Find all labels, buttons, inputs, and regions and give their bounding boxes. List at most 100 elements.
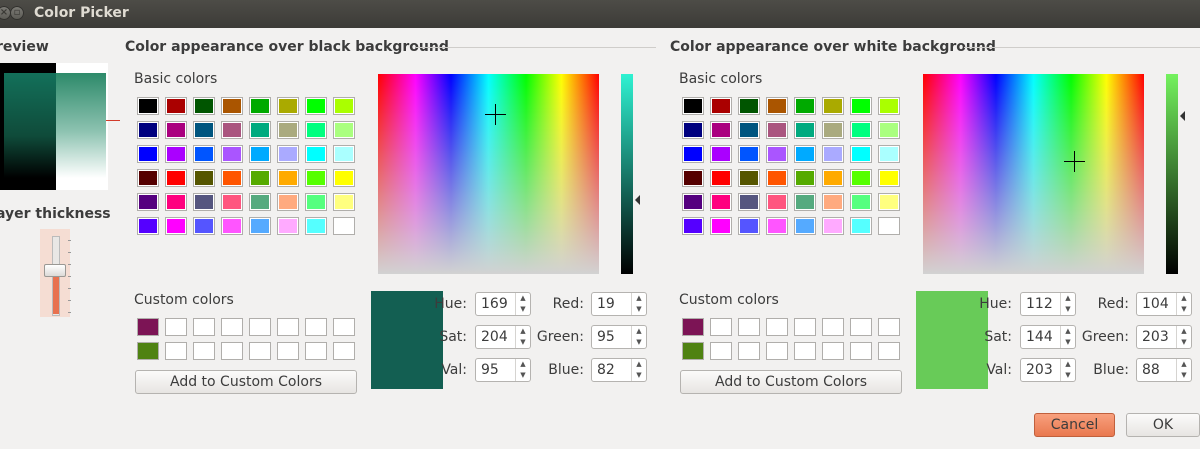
custom-color-swatch[interactable] [878,318,900,336]
basic-color-swatch[interactable] [710,217,732,235]
basic-color-swatch[interactable] [277,97,299,115]
basic-color-swatch[interactable] [794,193,816,211]
basic-color-swatch[interactable] [165,217,187,235]
basic-color-swatch[interactable] [249,169,271,187]
basic-color-swatch[interactable] [766,193,788,211]
basic-color-swatch[interactable] [305,169,327,187]
basic-color-swatch[interactable] [193,121,215,139]
basic-color-swatch[interactable] [333,217,355,235]
basic-color-swatch[interactable] [221,97,243,115]
basic-color-swatch[interactable] [850,97,872,115]
basic-color-swatch[interactable] [738,97,760,115]
basic-color-swatch[interactable] [738,169,760,187]
basic-color-swatch[interactable] [766,217,788,235]
basic-color-swatch[interactable] [277,169,299,187]
custom-color-swatch[interactable] [878,342,900,360]
value-bar[interactable] [621,74,633,274]
custom-color-swatch[interactable] [738,318,760,336]
custom-color-swatch[interactable] [794,342,816,360]
hue-saturation-spectrum[interactable] [923,74,1144,274]
basic-color-swatch[interactable] [710,193,732,211]
blue-spinbox[interactable]: 88 ▲ ▼ [1136,358,1192,382]
basic-color-swatch[interactable] [333,169,355,187]
basic-color-swatch[interactable] [850,169,872,187]
thickness-slider-handle[interactable] [44,264,66,277]
hue-spinbox[interactable]: 112 ▲ ▼ [1020,292,1076,316]
basic-color-swatch[interactable] [137,217,159,235]
basic-color-swatch[interactable] [137,145,159,163]
basic-color-swatch[interactable] [277,121,299,139]
basic-color-swatch[interactable] [137,121,159,139]
sat-spinbox[interactable]: 204 ▲ ▼ [475,325,531,349]
basic-color-swatch[interactable] [137,193,159,211]
basic-color-swatch[interactable] [137,97,159,115]
basic-color-swatch[interactable] [738,193,760,211]
basic-color-swatch[interactable] [794,121,816,139]
value-bar[interactable] [1166,74,1178,274]
basic-color-swatch[interactable] [710,169,732,187]
basic-color-swatch[interactable] [165,145,187,163]
add-to-custom-colors-button[interactable]: Add to Custom Colors [680,370,902,394]
basic-color-swatch[interactable] [305,145,327,163]
custom-color-swatch[interactable] [137,318,159,336]
spin-arrows-icon[interactable]: ▲ ▼ [631,326,646,348]
basic-color-swatch[interactable] [305,193,327,211]
basic-color-swatch[interactable] [277,217,299,235]
basic-color-swatch[interactable] [822,169,844,187]
basic-color-swatch[interactable] [850,217,872,235]
custom-color-swatch[interactable] [850,318,872,336]
custom-color-swatch[interactable] [794,318,816,336]
basic-color-swatch[interactable] [193,193,215,211]
spin-arrows-icon[interactable]: ▲ ▼ [1176,293,1191,315]
basic-color-swatch[interactable] [193,97,215,115]
basic-color-swatch[interactable] [221,193,243,211]
basic-color-swatch[interactable] [682,169,704,187]
hue-spinbox[interactable]: 169 ▲ ▼ [475,292,531,316]
basic-color-swatch[interactable] [794,97,816,115]
custom-color-swatch[interactable] [710,342,732,360]
basic-color-swatch[interactable] [766,97,788,115]
custom-color-swatch[interactable] [165,318,187,336]
custom-color-swatch[interactable] [193,318,215,336]
custom-color-swatch[interactable] [333,318,355,336]
basic-color-swatch[interactable] [738,145,760,163]
maximize-window-icon[interactable]: ▫ [10,6,24,20]
custom-color-swatch[interactable] [766,342,788,360]
basic-color-swatch[interactable] [193,169,215,187]
basic-color-swatch[interactable] [333,97,355,115]
custom-color-swatch[interactable] [249,318,271,336]
basic-color-swatch[interactable] [305,97,327,115]
val-spinbox[interactable]: 95 ▲ ▼ [475,358,531,382]
basic-color-swatch[interactable] [165,121,187,139]
basic-color-swatch[interactable] [878,97,900,115]
basic-color-swatch[interactable] [249,145,271,163]
basic-color-swatch[interactable] [305,121,327,139]
basic-color-swatch[interactable] [249,97,271,115]
basic-color-swatch[interactable] [822,121,844,139]
basic-color-swatch[interactable] [682,121,704,139]
basic-color-swatch[interactable] [850,121,872,139]
basic-color-swatch[interactable] [766,145,788,163]
custom-color-swatch[interactable] [221,318,243,336]
basic-color-swatch[interactable] [305,217,327,235]
basic-color-swatch[interactable] [850,145,872,163]
value-arrow-icon[interactable] [1180,111,1185,121]
basic-color-swatch[interactable] [221,217,243,235]
custom-color-swatch[interactable] [165,342,187,360]
basic-color-swatch[interactable] [878,145,900,163]
custom-color-swatch[interactable] [333,342,355,360]
basic-color-swatch[interactable] [682,145,704,163]
basic-color-swatch[interactable] [878,169,900,187]
basic-color-swatch[interactable] [165,169,187,187]
basic-color-swatch[interactable] [766,169,788,187]
custom-color-swatch[interactable] [193,342,215,360]
basic-color-swatch[interactable] [878,217,900,235]
custom-color-swatch[interactable] [305,318,327,336]
basic-color-swatch[interactable] [221,145,243,163]
spectrum-crosshair[interactable] [1064,151,1085,172]
custom-color-swatch[interactable] [682,342,704,360]
red-spinbox[interactable]: 104 ▲ ▼ [1136,292,1192,316]
spin-arrows-icon[interactable]: ▲ ▼ [631,293,646,315]
basic-color-swatch[interactable] [822,97,844,115]
basic-color-swatch[interactable] [249,121,271,139]
